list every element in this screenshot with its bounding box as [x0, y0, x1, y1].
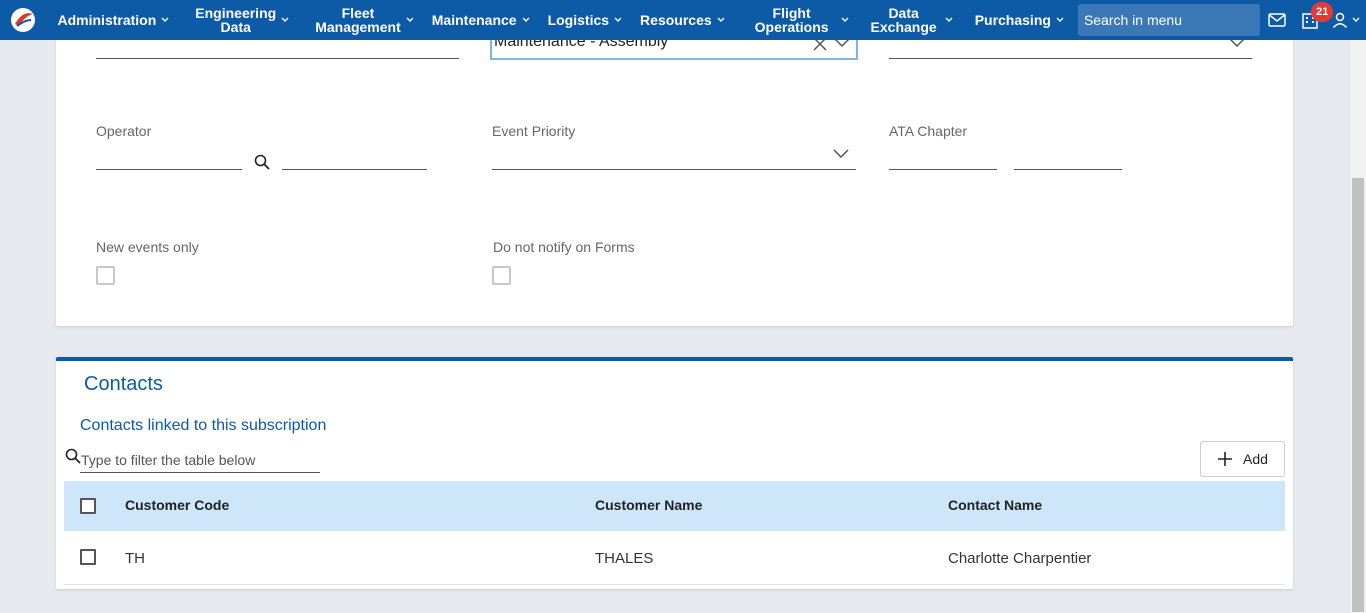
plus-icon — [1217, 451, 1233, 467]
chevron-down-icon — [1056, 17, 1064, 23]
mail-icon[interactable] — [1260, 0, 1293, 40]
menu-search-input[interactable]: Search in menu — [1077, 4, 1261, 36]
do-not-notify-checkbox[interactable] — [492, 266, 511, 285]
select-all-checkbox[interactable] — [80, 498, 96, 514]
contacts-card: Contacts Contacts linked to this subscri… — [56, 357, 1293, 589]
add-button-label: Add — [1243, 451, 1268, 467]
new-events-checkbox[interactable] — [96, 266, 115, 285]
nav-data-exchange[interactable]: Data Exchange — [865, 0, 959, 40]
column-header-contact-name[interactable]: Contact Name — [948, 497, 1042, 513]
do-not-notify-label: Do not notify on Forms — [493, 239, 635, 255]
contacts-table-header: Customer Code Customer Name Contact Name — [64, 481, 1285, 531]
operator-name-input[interactable] — [282, 169, 427, 170]
nav-label: Administration — [57, 12, 157, 28]
ata-chapter-from-input[interactable] — [889, 169, 997, 170]
contacts-title: Contacts — [84, 373, 163, 395]
add-contact-button[interactable]: Add — [1200, 441, 1285, 477]
scrollbar-thumb[interactable] — [1352, 178, 1364, 612]
contacts-filter-input[interactable]: Type to filter the table below — [80, 447, 320, 473]
event-priority-label: Event Priority — [492, 123, 576, 139]
nav-logistics[interactable]: Logistics — [542, 0, 628, 40]
nav-label: Flight Operations — [754, 5, 829, 35]
new-events-label: New events only — [96, 239, 199, 255]
chevron-down-icon — [717, 17, 725, 23]
field-underline — [889, 58, 1252, 59]
nav-label: Fleet Management — [315, 5, 401, 35]
top-navigation: Administration Engineering Data Fleet Ma… — [0, 0, 1366, 40]
user-menu[interactable] — [1326, 0, 1366, 40]
contacts-subtitle: Contacts linked to this subscription — [80, 417, 327, 434]
chevron-down-icon — [406, 17, 414, 23]
operator-code-input[interactable] — [96, 169, 242, 170]
chevron-down-icon — [161, 17, 169, 23]
nav-administration[interactable]: Administration — [52, 0, 176, 40]
nav-resources[interactable]: Resources — [634, 0, 731, 40]
column-header-customer-name[interactable]: Customer Name — [595, 497, 702, 513]
app-logo-icon[interactable] — [0, 0, 46, 40]
nav-label: Data Exchange — [870, 5, 937, 35]
cell-contact-name: Charlotte Charpentier — [948, 550, 1092, 567]
ata-chapter-label: ATA Chapter — [889, 123, 968, 139]
cell-customer-code: TH — [125, 550, 145, 567]
chevron-down-icon[interactable] — [833, 147, 849, 161]
nav-label: Resources — [640, 12, 712, 28]
chevron-down-icon — [1352, 17, 1360, 23]
nav-flight-operations[interactable]: Flight Operations — [749, 0, 855, 40]
chevron-down-icon — [841, 17, 849, 23]
event-priority-select[interactable] — [492, 169, 856, 170]
row-checkbox[interactable] — [80, 549, 96, 565]
chevron-down-icon — [945, 17, 953, 23]
menu-search-placeholder: Search in menu — [1083, 12, 1182, 28]
column-header-customer-code[interactable]: Customer Code — [125, 497, 229, 513]
chevron-down-icon — [281, 17, 289, 23]
nav-label: Engineering Data — [195, 5, 277, 35]
nav-label: Maintenance — [431, 12, 517, 28]
page-scrollbar[interactable] — [1350, 40, 1366, 613]
chevron-down-icon — [614, 17, 622, 23]
table-row[interactable]: TH THALES Charlotte Charpentier — [64, 531, 1285, 585]
nav-maintenance[interactable]: Maintenance — [426, 0, 536, 40]
chevron-down-icon — [522, 17, 530, 23]
nav-fleet-management[interactable]: Fleet Management — [309, 0, 420, 40]
nav-purchasing[interactable]: Purchasing — [969, 0, 1070, 40]
ata-chapter-to-input[interactable] — [1014, 169, 1122, 170]
cell-customer-name: THALES — [595, 550, 654, 567]
nav-label: Purchasing — [974, 12, 1051, 28]
building-icon[interactable]: 21 — [1293, 0, 1334, 40]
nav-engineering-data[interactable]: Engineering Data — [189, 0, 295, 40]
filter-placeholder: Type to filter the table below — [81, 451, 256, 468]
nav-label: Logistics — [547, 12, 610, 28]
user-icon — [1332, 12, 1348, 28]
subscription-form-card: Maintenance - Assembly Operator Event Pr… — [56, 20, 1293, 326]
search-icon[interactable] — [253, 153, 271, 171]
operator-label: Operator — [96, 123, 152, 139]
field-underline — [96, 58, 459, 59]
